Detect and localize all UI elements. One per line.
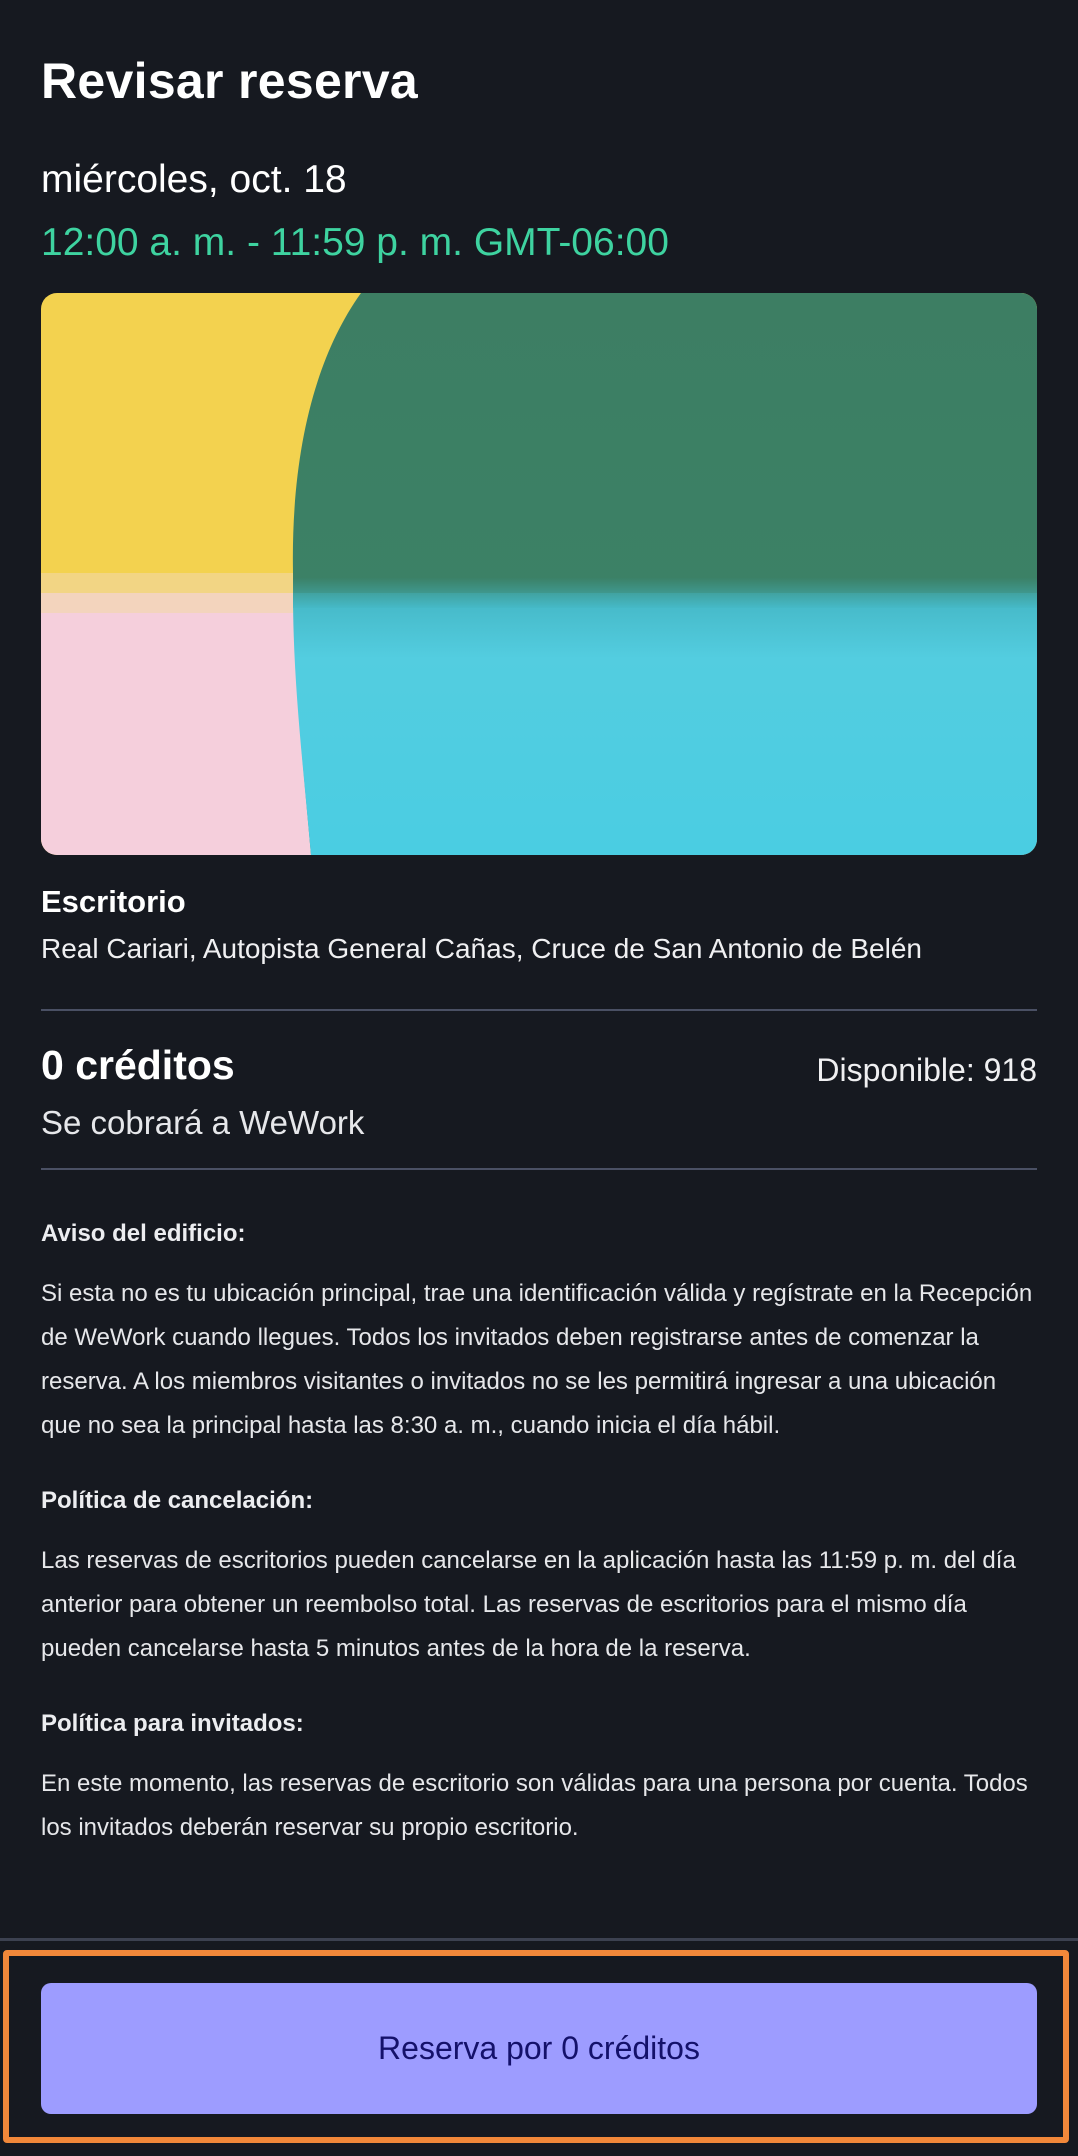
cancellation-policy-title: Política de cancelación:: [41, 1487, 314, 1514]
booking-date: miércoles, oct. 18: [41, 158, 347, 201]
charged-to: Se cobrará a WeWork: [41, 1104, 365, 1141]
guest-policy-title: Política para invitados:: [41, 1710, 304, 1737]
building-notice-body: Si esta no es tu ubicación principal, tr…: [41, 1280, 1033, 1439]
credits-cost: 0 créditos: [41, 1042, 235, 1088]
divider: [41, 1009, 1037, 1011]
building-notice-title: Aviso del edificio:: [41, 1220, 246, 1247]
space-type: Escritorio: [41, 884, 186, 919]
space-image: [41, 293, 1037, 855]
footer-divider: [0, 1938, 1078, 1941]
available-credits: Disponible: 918: [816, 1052, 1037, 1088]
page-title: Revisar reserva: [41, 53, 419, 109]
guest-policy-body: En este momento, las reservas de escrito…: [41, 1770, 1028, 1841]
divider: [41, 1168, 1037, 1170]
space-address: Real Cariari, Autopista General Cañas, C…: [41, 933, 922, 964]
book-button[interactable]: Reserva por 0 créditos: [41, 1983, 1037, 2114]
booking-time-range: 12:00 a. m. - 11:59 p. m. GMT-06:00: [41, 221, 669, 264]
cancellation-policy-body: Las reservas de escritorios pueden cance…: [41, 1547, 1016, 1662]
